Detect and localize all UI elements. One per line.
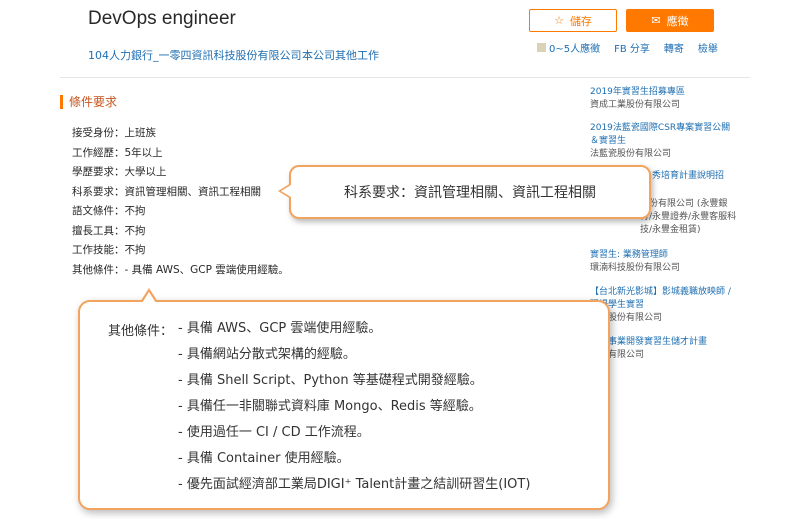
document-icon xyxy=(537,43,546,52)
related-job-item[interactable]: 2019年實習生招募專區 資成工業股份有限公司 xyxy=(590,86,738,112)
other-conditions-label: 其他條件： xyxy=(108,324,174,339)
major-callout-text: 科系要求：資訊管理相關、資訊工程相關 xyxy=(344,185,596,201)
condition-line: - 具備 Shell Script、Python 等基礎程式開發經驗。 xyxy=(178,373,483,388)
section-marker xyxy=(60,94,63,109)
requirement-row: 擅長工具：不拘 xyxy=(72,224,146,237)
fb-share-link[interactable]: FB 分享 xyxy=(614,40,650,55)
apply-label: 應徵 xyxy=(666,14,689,28)
requirements-list: 接受身份：上班族 工作經歷：5年以上 學歷要求：大學以上 科系要求：資訊管理相關… xyxy=(72,125,289,281)
job-title: DevOps engineer xyxy=(88,8,236,29)
major-callout: 科系要求：資訊管理相關、資訊工程相關 xyxy=(278,165,651,219)
related-job-item[interactable]: 2019法藍瓷國際CSR專案實習公關＆實習生 法藍瓷股份有限公司 xyxy=(590,122,738,161)
requirement-row: 接受身份：上班族 xyxy=(72,127,156,139)
condition-line: - 具備網站分散式架構的經驗。 xyxy=(178,347,356,362)
other-conditions-list: - 具備 AWS、GCP 雲端使用經驗。 - 具備網站分散式架構的經驗。 - 具… xyxy=(178,320,530,502)
applicants-count[interactable]: 0~5人應徵 xyxy=(537,40,600,55)
condition-line: - 優先面試經濟部工業局DIGI⁺ Talent計畫之結訓研習生(IOT) xyxy=(178,477,531,492)
condition-line: - 具備任一非關聯式資料庫 Mongo、Redis 等經驗。 xyxy=(178,399,482,414)
related-job-item[interactable]: 北】事業開發實習生儲才計畫 電壹有限公司 xyxy=(590,336,738,362)
requirement-row: 工作經歷：5年以上 xyxy=(72,146,163,159)
requirement-row: 語文條件：不拘 xyxy=(72,205,146,217)
related-job-item[interactable]: 實習生: 業務管理師 環湳科技股份有限公司 xyxy=(590,249,738,275)
other-conditions-callout: 其他條件： - 具備 AWS、GCP 雲端使用經驗。 - 具備網站分散式架構的經… xyxy=(78,288,610,510)
star-icon: ☆ xyxy=(554,14,564,27)
forward-link[interactable]: 轉寄 xyxy=(664,40,684,55)
related-job-item[interactable]: 【台北新光影城】影城義職放映師 / 現場學生實習 影城股份有限公司 xyxy=(590,286,738,325)
job-meta-row: 0~5人應徵 FB 分享 轉寄 檢舉 xyxy=(537,40,718,55)
requirement-row: 其他條件：- 具備 AWS、GCP 雲端使用經驗。 xyxy=(72,263,289,276)
requirement-row: 科系要求：資訊管理相關、資訊工程相關 xyxy=(72,185,261,198)
company-link[interactable]: 104人力銀行_一零四資訊科技股份有限公司 xyxy=(88,47,302,63)
report-link[interactable]: 檢舉 xyxy=(698,40,718,55)
other-jobs-link[interactable]: 本公司其他工作 xyxy=(302,47,379,63)
condition-line: - 具備 Container 使用經驗。 xyxy=(178,451,350,466)
save-button[interactable]: ☆ 儲存 xyxy=(529,9,617,32)
save-label: 儲存 xyxy=(569,14,592,28)
condition-line: - 使用過任一 CI / CD 工作流程。 xyxy=(178,425,370,440)
requirement-row: 學歷要求：大學以上 xyxy=(72,166,167,178)
header-divider xyxy=(60,77,750,78)
apply-button[interactable]: ✉ 應徵 xyxy=(626,9,714,32)
requirement-row: 工作技能：不拘 xyxy=(72,244,146,256)
mail-icon: ✉ xyxy=(651,14,661,27)
section-title: 條件要求 xyxy=(60,93,117,110)
condition-line: - 具備 AWS、GCP 雲端使用經驗。 xyxy=(178,321,382,336)
